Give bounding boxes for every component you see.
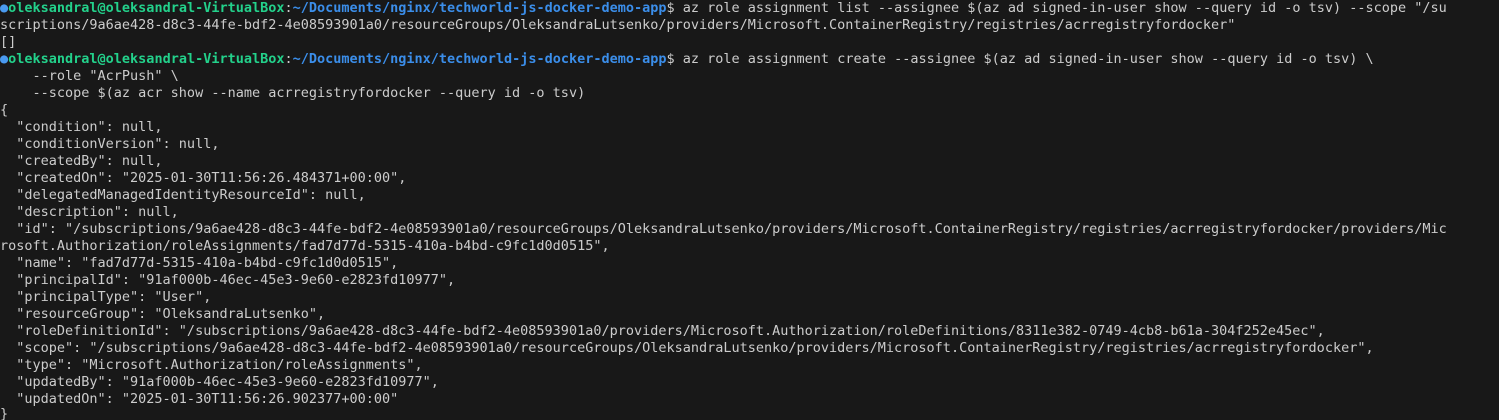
output-line: "condition": null, [0,119,163,135]
prompt-cwd: ~/Documents/nginx/techworld-js-docker-de… [292,0,667,16]
command-output-line: [] [0,34,17,50]
output-line: "name": "fad7d77d-5315-410a-b4bd-c9fc1d0… [0,255,399,271]
output-line: "principalType": "User", [0,289,212,305]
terminal-window[interactable]: ●oleksandral@oleksandral-VirtualBox:~/Do… [0,0,1499,420]
output-line: { [0,102,9,118]
output-line: "type": "Microsoft.Authorization/roleAss… [0,357,423,373]
output-line: "delegatedManagedIdentityResourceId": nu… [0,187,366,203]
command-text: az role assignment create --assignee $(a… [682,51,1374,67]
output-line: "scope": "/subscriptions/9a6ae428-d8c3-4… [0,340,1374,356]
output-line: "updatedBy": "91af000b-46ec-45e3-9e60-e2… [0,374,439,390]
output-line: "createdOn": "2025-01-30T11:56:26.484371… [0,170,407,186]
output-line: "updatedOn": "2025-01-30T11:56:26.902377… [0,391,399,407]
output-line: "principalId": "91af000b-46ec-45e3-9e60-… [0,272,456,288]
command-status-icon[interactable]: ● [0,51,8,67]
output-line: "id": "/subscriptions/9a6ae428-d8c3-44fe… [0,221,1447,237]
output-line: "conditionVersion": null, [0,136,220,152]
prompt-line-1: ●oleksandral@oleksandral-VirtualBox:~/Do… [0,0,1447,17]
prompt-user-host: oleksandral@oleksandral-VirtualBox [8,51,285,67]
command-wrap-line: scriptions/9a6ae428-d8c3-44fe-bdf2-4e085… [0,17,1236,33]
command-status-icon[interactable]: ● [0,0,8,16]
prompt-separator: : [284,51,293,67]
output-line: "createdBy": null, [0,153,163,169]
output-line: "roleDefinitionId": "/subscriptions/9a6a… [0,323,1325,339]
output-line: "resourceGroup": "OleksandraLutsenko", [0,306,326,322]
output-line: rosoft.Authorization/roleAssignments/fad… [0,238,610,254]
output-line: "description": null, [0,204,179,220]
prompt-symbol: $ [666,51,683,67]
prompt-user-host: oleksandral@oleksandral-VirtualBox [8,0,285,16]
command-continuation-line: --role "AcrPush" \ [0,68,179,84]
command-continuation-line: --scope $(az acr show --name acrregistry… [0,85,586,101]
command-text: az role assignment list --assignee $(az … [682,0,1447,16]
prompt-separator: : [284,0,293,16]
prompt-line-2: ●oleksandral@oleksandral-VirtualBox:~/Do… [0,51,1374,68]
prompt-symbol: $ [666,0,683,16]
prompt-cwd: ~/Documents/nginx/techworld-js-docker-de… [292,51,667,67]
output-line: } [0,406,9,420]
